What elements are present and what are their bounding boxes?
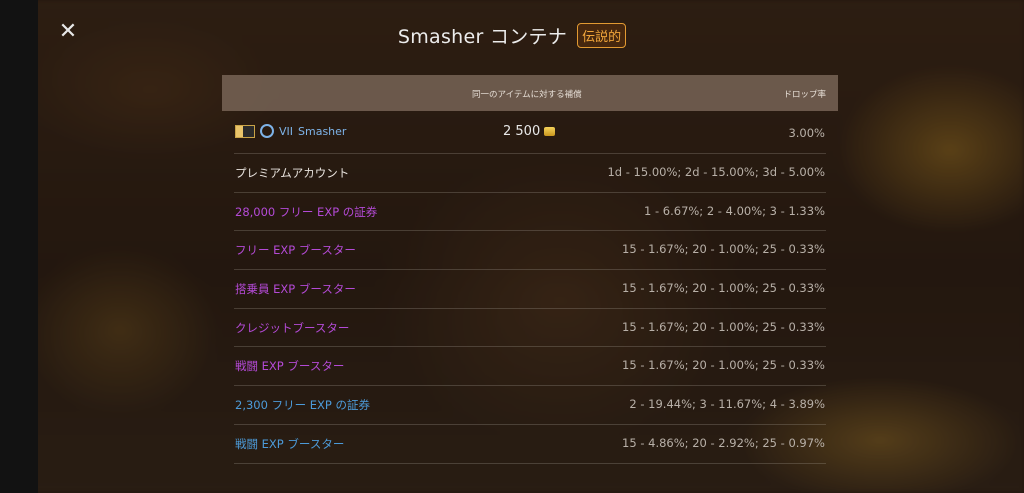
item-drop-rate: 1 - 6.67%; 2 - 4.00%; 3 - 1.33% <box>644 203 825 218</box>
page-title: Smasher コンテナ <box>397 26 568 48</box>
contents-list[interactable]: VII Smasher 2 500 3.00% プレミアムアカウント 1d - 1… <box>234 111 826 464</box>
list-item: フリー EXP ブースター 15 - 1.67%; 20 - 1.00%; 25 … <box>234 231 826 271</box>
list-item: クレジットブースター 15 - 1.67%; 20 - 1.00%; 25 - 0… <box>234 309 826 348</box>
item-label: 戦闘 EXP ブースター <box>235 436 345 451</box>
list-item: プレミアムアカウント 1d - 15.00%; 2d - 15.00%; 3d -… <box>234 154 826 193</box>
item-drop-rate: 1d - 15.00%; 2d - 15.00%; 3d - 5.00% <box>607 165 825 179</box>
header-compensation: 同一のアイテムに対する補償 <box>472 90 582 100</box>
item-label: クレジットブースター <box>235 320 350 335</box>
tier-label: VII <box>279 124 294 138</box>
list-item: 28,000 フリー EXP の証券 1 - 6.67%; 2 - 4.00%; … <box>234 193 826 232</box>
nation-flag-icon <box>235 124 255 138</box>
item-label: 戦闘 EXP ブースター <box>235 359 345 374</box>
list-item: 戦闘 EXP ブースター 15 - 1.67%; 20 - 1.00%; 25 -… <box>234 347 826 387</box>
rarity-badge: 伝説的 <box>577 23 627 48</box>
item-drop-rate: 15 - 1.67%; 20 - 1.00%; 25 - 0.33% <box>622 358 825 373</box>
contents-panel: 同一のアイテムに対する補償 ドロップ率 VII Smasher 2 500 3.… <box>222 75 838 475</box>
item-label: プレミアムアカウント <box>235 166 350 180</box>
item-drop-rate: 15 - 1.67%; 20 - 1.00%; 25 - 0.33% <box>622 319 825 334</box>
item-label: 2,300 フリー EXP の証券 <box>235 398 370 413</box>
gold-coin-icon <box>544 127 556 136</box>
vehicle-row: VII Smasher 2 500 3.00% <box>234 111 826 154</box>
heavy-tank-class-icon <box>260 124 274 138</box>
item-label: 搭乗員 EXP ブースター <box>235 282 356 297</box>
item-drop-rate: 15 - 1.67%; 20 - 1.00%; 25 - 0.33% <box>622 242 825 257</box>
vehicle-info: VII Smasher <box>235 124 346 138</box>
screen-edge <box>0 0 38 493</box>
compensation-value: 2 500 <box>503 124 556 139</box>
item-drop-rate: 15 - 4.86%; 20 - 2.92%; 25 - 0.97% <box>622 435 825 450</box>
item-label: フリー EXP ブースター <box>235 243 356 258</box>
title-bar: Smasher コンテナ 伝説的 <box>0 22 1024 49</box>
item-label: 28,000 フリー EXP の証券 <box>235 204 378 219</box>
list-item: 搭乗員 EXP ブースター 15 - 1.67%; 20 - 1.00%; 25 … <box>234 270 826 309</box>
vehicle-name: Smasher <box>298 124 347 138</box>
table-header: 同一のアイテムに対する補償 ドロップ率 <box>222 75 838 111</box>
item-drop-rate: 2 - 19.44%; 3 - 11.67%; 4 - 3.89% <box>629 397 825 412</box>
vehicle-drop-rate: 3.00% <box>788 126 825 140</box>
list-item: 戦闘 EXP ブースター 15 - 4.86%; 20 - 2.92%; 25 -… <box>234 425 826 464</box>
list-item: 2,300 フリー EXP の証券 2 - 19.44%; 3 - 11.67%;… <box>234 386 826 425</box>
compensation-amount: 2 500 <box>503 124 541 139</box>
item-drop-rate: 15 - 1.67%; 20 - 1.00%; 25 - 0.33% <box>622 281 825 296</box>
header-drop-rate: ドロップ率 <box>783 90 826 100</box>
